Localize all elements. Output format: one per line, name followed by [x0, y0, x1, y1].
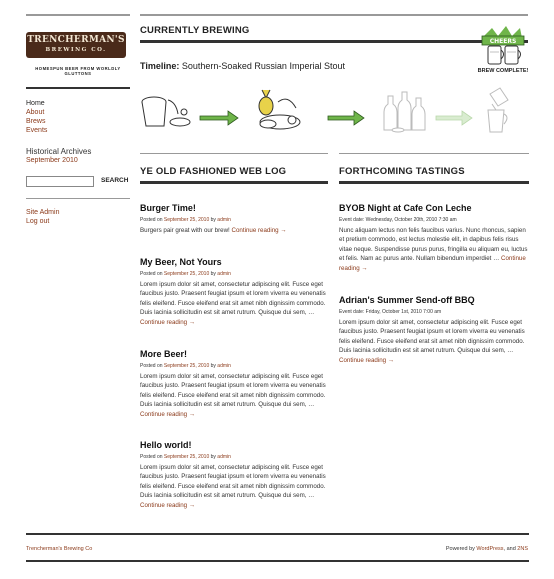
post-title[interactable]: More Beer!: [140, 349, 187, 359]
continue-reading-link[interactable]: Continue reading →: [339, 357, 394, 364]
event-title[interactable]: Adrian's Summer Send-off BBQ: [339, 295, 475, 305]
post-date-link[interactable]: September 25, 2010: [164, 454, 209, 460]
currently-brewing-heading: CURRENTLY BREWING: [140, 25, 250, 36]
blog-post: Hello world! Posted on September 25, 201…: [140, 440, 328, 510]
footer-credits: Powered by WordPress, and 2NS: [445, 546, 528, 552]
post-title[interactable]: Hello world!: [140, 440, 192, 450]
tasting-event: Adrian's Summer Send-off BBQ Event date:…: [339, 295, 529, 365]
left-divider: [26, 87, 130, 89]
footer-site-name[interactable]: Trencherman's Brewing Co: [26, 546, 92, 552]
tastings-heading: FORTHCOMING TASTINGS: [339, 166, 465, 177]
main-top-rule: [140, 14, 528, 16]
post-excerpt: Burgers pair great with our brew! Contin…: [140, 227, 287, 234]
post-date-link[interactable]: September 25, 2010: [164, 217, 209, 223]
blog-post: My Beer, Not Yours Posted on September 2…: [140, 257, 328, 327]
theme-link[interactable]: 2NS: [517, 546, 528, 552]
event-excerpt: Lorem ipsum dolor sit amet, consectetur …: [339, 319, 525, 364]
brew-complete-label: BREW COMPLETE!: [477, 68, 529, 74]
weblog-heading-rule: [140, 181, 328, 184]
timeline-value: Southern-Soaked Russian Imperial Stout: [181, 61, 345, 71]
post-meta: Posted on September 25, 2010 by admin: [140, 363, 231, 369]
event-date: Event date: Friday, October 1st, 2010 7:…: [339, 309, 442, 315]
post-date-link[interactable]: September 25, 2010: [164, 271, 209, 277]
continue-reading-link[interactable]: Continue reading →: [140, 411, 195, 418]
progress-arrow-3-icon: [435, 110, 473, 126]
event-date: Event date: Wednesday, October 20th, 201…: [339, 217, 457, 223]
progress-arrow-1-icon: [199, 110, 239, 126]
search-input[interactable]: [26, 176, 94, 187]
post-meta: Posted on September 25, 2010 by admin: [140, 454, 231, 460]
post-author-link[interactable]: admin: [217, 454, 231, 460]
nav-item-brews[interactable]: Brews: [26, 117, 47, 126]
step-ingredients-icon: [258, 89, 301, 130]
site-admin-link[interactable]: Site Admin: [26, 208, 59, 217]
tastings-heading-rule: [339, 181, 529, 184]
main-nav: Home About Brews Events: [26, 99, 47, 135]
nav-item-about[interactable]: About: [26, 108, 47, 117]
step-bottles-icon: [383, 91, 426, 133]
brewing-timeline: [141, 87, 509, 133]
meta-links: Site Admin Log out: [26, 208, 59, 226]
post-title[interactable]: Burger Time!: [140, 203, 196, 213]
blog-post: Burger Time! Posted on September 25, 201…: [140, 203, 328, 235]
archive-link-september-2010[interactable]: September 2010: [26, 157, 78, 164]
wordpress-link[interactable]: WordPress: [476, 546, 503, 552]
site-logo[interactable]: TRENCHERMAN'S BREWING CO. HOMESPUN BEER …: [26, 28, 130, 76]
nav-item-home[interactable]: Home: [26, 99, 47, 108]
post-author-link[interactable]: admin: [217, 217, 231, 223]
post-title[interactable]: My Beer, Not Yours: [140, 257, 222, 267]
post-excerpt: Lorem ipsum dolor sit amet, consectetur …: [140, 281, 326, 326]
logo-subname: BREWING CO.: [45, 47, 107, 53]
logo-tagline: HOMESPUN BEER FROM WORLDLY GLUTTONS: [35, 66, 121, 76]
post-author-link[interactable]: admin: [217, 271, 231, 277]
post-excerpt: Lorem ipsum dolor sit amet, consectetur …: [140, 373, 326, 418]
brew-complete-badge: CHEERS BREW COMPLETE!: [476, 22, 530, 78]
step-kettle-icon: [141, 96, 191, 127]
post-meta: Posted on September 25, 2010 by admin: [140, 271, 231, 277]
nav-item-events[interactable]: Events: [26, 126, 47, 135]
post-meta: Posted on September 25, 2010 by admin: [140, 217, 231, 223]
continue-reading-link[interactable]: Continue reading →: [140, 319, 195, 326]
weblog-heading: YE OLD FASHIONED WEB LOG: [140, 166, 287, 177]
timeline-label: Timeline:: [140, 61, 180, 71]
cheers-mugs-icon: CHEERS: [481, 26, 525, 65]
continue-reading-link[interactable]: Continue reading →: [232, 227, 287, 234]
weblog-top-rule: [140, 153, 328, 154]
step-pour-icon: [487, 87, 509, 133]
timeline-title: Timeline: Southern-Soaked Russian Imperi…: [140, 61, 345, 71]
progress-arrow-2-icon: [327, 110, 365, 126]
search-button[interactable]: SEARCH: [101, 177, 128, 184]
logo-name: TRENCHERMAN'S: [27, 35, 125, 45]
footer-rule: [26, 533, 529, 535]
tastings-top-rule: [339, 153, 529, 154]
archives-heading: Historical Archives: [26, 147, 92, 156]
footer-bottom-rule: [26, 560, 529, 562]
cheers-text: CHEERS: [490, 38, 517, 45]
event-excerpt: Nunc aliquam lectus non felis faucibus v…: [339, 227, 528, 272]
post-date-link[interactable]: September 25, 2010: [164, 363, 209, 369]
logo-badge: TRENCHERMAN'S BREWING CO.: [26, 32, 126, 58]
log-out-link[interactable]: Log out: [26, 217, 59, 226]
event-title[interactable]: BYOB Night at Cafe Con Leche: [339, 203, 472, 213]
left-divider-2: [26, 198, 130, 199]
left-top-rule: [26, 14, 130, 16]
post-excerpt: Lorem ipsum dolor sit amet, consectetur …: [140, 464, 326, 509]
currently-brewing-rule: [140, 40, 528, 43]
blog-post: More Beer! Posted on September 25, 2010 …: [140, 349, 328, 419]
continue-reading-link[interactable]: Continue reading →: [140, 502, 195, 509]
tasting-event: BYOB Night at Cafe Con Leche Event date:…: [339, 203, 529, 273]
post-author-link[interactable]: admin: [217, 363, 231, 369]
